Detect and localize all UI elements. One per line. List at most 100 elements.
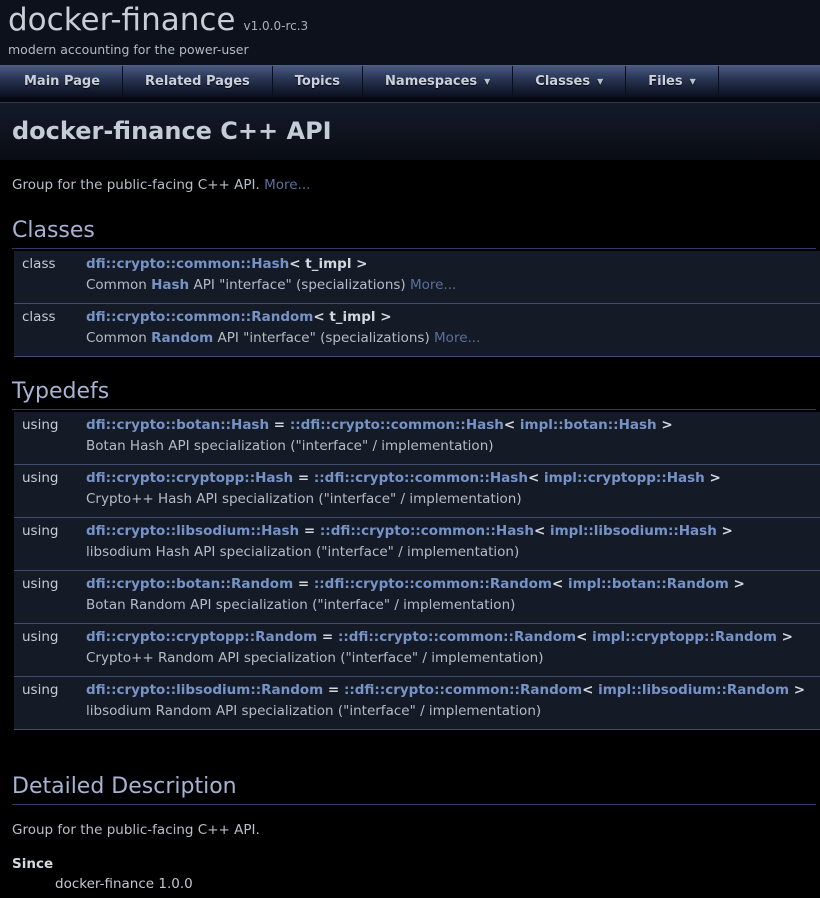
typedef-row: using dfi::crypto::botan::Hash = ::dfi::… [14,412,820,465]
class-desc-link[interactable]: Hash [151,277,189,293]
class-link[interactable]: dfi::crypto::common::Random [86,309,313,325]
tab-files[interactable]: Files ▼ [626,66,719,97]
tab-label: Files [648,74,682,89]
angle-open: < [534,523,550,539]
base-class-link[interactable]: ::dfi::crypto::common::Hash [314,470,528,486]
equals-sign: = [293,576,314,592]
equals-sign: = [269,417,290,433]
summary-text: Group for the public-facing C++ API. [12,177,264,193]
section-heading-classes: Classes [12,218,816,249]
impl-class-link[interactable]: impl::botan::Random [568,576,729,592]
tab-label: Topics [295,74,340,89]
more-link[interactable]: More... [410,277,456,293]
tab-label: Classes [535,74,590,89]
impl-class-link[interactable]: impl::botan::Hash [520,417,657,433]
angle-close: > [777,629,793,645]
kind-label: class [14,255,76,274]
tab-classes[interactable]: Classes ▼ [513,66,626,97]
typedef-name-link[interactable]: dfi::crypto::botan::Random [86,576,293,592]
section-heading-detailed-description: Detailed Description [12,774,816,805]
tab-label: Related Pages [145,74,250,89]
typedef-desc: libsodium Hash API specialization ("inte… [76,543,820,562]
detailed-text: Group for the public-facing C++ API. [12,821,808,841]
detailed-description-section: Detailed Description Group for the publi… [0,774,820,893]
group-summary: Group for the public-facing C++ API. Mor… [12,176,808,196]
typedef-name-link[interactable]: dfi::crypto::cryptopp::Hash [86,470,293,486]
class-row: class dfi::crypto::common::Hash< t_impl … [14,251,820,304]
base-class-link[interactable]: ::dfi::crypto::common::Hash [290,417,504,433]
project-version: v1.0.0-rc.3 [244,19,309,33]
typedef-row: using dfi::crypto::cryptopp::Hash = ::df… [14,465,820,518]
template-args: < t_impl > [289,256,367,272]
class-desc-link[interactable]: Random [151,330,213,346]
kind-label: using [14,469,76,488]
kind-label: using [14,575,76,594]
typedefs-table: using dfi::crypto::botan::Hash = ::dfi::… [14,412,820,730]
class-desc: Common [86,330,151,346]
base-class-link[interactable]: ::dfi::crypto::common::Random [338,629,576,645]
project-name: docker-finance [8,2,236,38]
tab-label: Main Page [24,74,100,89]
typedef-row: using dfi::crypto::cryptopp::Random = ::… [14,624,820,677]
equals-sign: = [293,470,314,486]
page-header: docker-finance C++ API [0,102,820,160]
kind-label: using [14,522,76,541]
angle-close: > [705,470,721,486]
angle-open: < [582,682,598,698]
typedef-name-link[interactable]: dfi::crypto::libsodium::Hash [86,523,299,539]
angle-open: < [528,470,544,486]
project-brief: modern accounting for the power-user [8,42,812,57]
template-args: < t_impl > [313,309,391,325]
tab-main-page[interactable]: Main Page [0,66,123,97]
class-row: class dfi::crypto::common::Random< t_imp… [14,304,820,357]
impl-class-link[interactable]: impl::libsodium::Random [598,682,789,698]
typedef-row: using dfi::crypto::libsodium::Hash = ::d… [14,518,820,571]
kind-label: using [14,628,76,647]
more-link[interactable]: More... [434,330,480,346]
base-class-link[interactable]: ::dfi::crypto::common::Random [344,682,582,698]
class-desc: API "interface" (specializations) [189,277,410,293]
typedef-desc: Botan Hash API specialization ("interfac… [76,437,820,456]
class-desc: Common [86,277,151,293]
class-link[interactable]: dfi::crypto::common::Hash [86,256,289,272]
typedef-row: using dfi::crypto::botan::Random = ::dfi… [14,571,820,624]
typedef-desc: Crypto++ Hash API specialization ("inter… [76,490,820,509]
angle-close: > [657,417,673,433]
title-area: docker-finance v1.0.0-rc.3 modern accoun… [0,0,820,65]
chevron-down-icon: ▼ [484,77,490,86]
classes-table: class dfi::crypto::common::Hash< t_impl … [14,251,820,357]
impl-class-link[interactable]: impl::cryptopp::Hash [544,470,705,486]
more-link[interactable]: More... [264,177,310,193]
typedef-name-link[interactable]: dfi::crypto::cryptopp::Random [86,629,317,645]
since-value: docker-finance 1.0.0 [55,876,808,892]
impl-class-link[interactable]: impl::cryptopp::Random [592,629,777,645]
impl-class-link[interactable]: impl::libsodium::Hash [550,523,717,539]
kind-label: using [14,416,76,435]
tab-namespaces[interactable]: Namespaces ▼ [363,66,513,97]
tab-related-pages[interactable]: Related Pages [123,66,273,97]
typedef-desc: libsodium Random API specialization ("in… [76,702,820,721]
kind-label: class [14,308,76,327]
equals-sign: = [317,629,338,645]
main-nav-tabs: Main Page Related Pages Topics Namespace… [0,65,820,97]
page-title: docker-finance C++ API [12,117,808,145]
typedef-desc: Botan Random API specialization ("interf… [76,596,820,615]
tab-topics[interactable]: Topics [273,66,363,97]
kind-label: using [14,681,76,700]
typedef-name-link[interactable]: dfi::crypto::libsodium::Random [86,682,323,698]
contents: Group for the public-facing C++ API. Mor… [0,176,820,898]
base-class-link[interactable]: ::dfi::crypto::common::Hash [320,523,534,539]
since-label: Since [12,856,808,872]
typedef-name-link[interactable]: dfi::crypto::botan::Hash [86,417,269,433]
angle-open: < [576,629,592,645]
equals-sign: = [323,682,344,698]
class-desc: API "interface" (specializations) [213,330,434,346]
section-heading-typedefs: Typedefs [12,379,816,410]
equals-sign: = [299,523,320,539]
angle-close: > [729,576,745,592]
tab-label: Namespaces [385,74,477,89]
base-class-link[interactable]: ::dfi::crypto::common::Random [314,576,552,592]
angle-close: > [789,682,805,698]
chevron-down-icon: ▼ [597,77,603,86]
chevron-down-icon: ▼ [690,77,696,86]
